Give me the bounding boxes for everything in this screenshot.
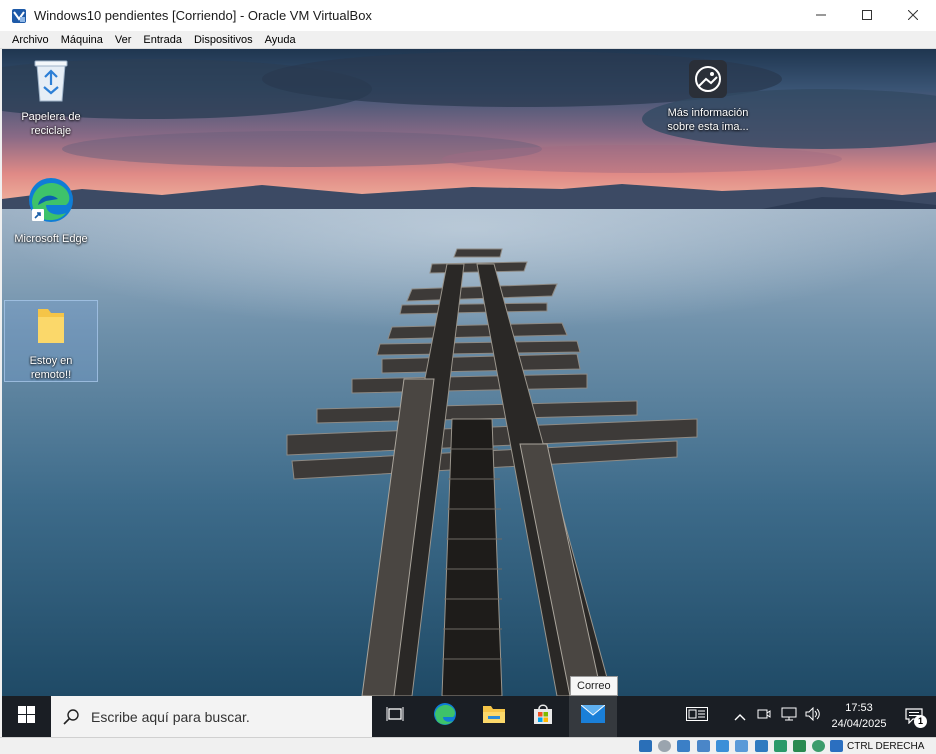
close-icon xyxy=(907,7,919,25)
minimize-icon xyxy=(816,7,826,25)
clock-date: 24/04/2025 xyxy=(831,718,887,730)
spotlight-camera-icon xyxy=(688,59,728,104)
desktop-icon-edge[interactable]: Microsoft Edge xyxy=(4,175,98,246)
display-icon[interactable] xyxy=(735,740,748,752)
taskbar-edge[interactable] xyxy=(421,696,469,737)
maximize-button[interactable] xyxy=(844,0,890,31)
desktop-wallpaper xyxy=(2,49,936,696)
folder-icon xyxy=(34,305,68,352)
mail-icon xyxy=(580,704,606,728)
file-explorer-icon xyxy=(482,704,506,729)
taskbar-clock[interactable]: 17:53 24/04/2025 xyxy=(824,700,894,732)
search-box[interactable]: Escribe aquí para buscar. xyxy=(51,696,372,737)
menu-ver[interactable]: Ver xyxy=(109,34,138,46)
title-bar: Windows10 pendientes [Corriendo] - Oracl… xyxy=(0,0,936,31)
tray-network[interactable] xyxy=(778,696,800,737)
volume-icon xyxy=(805,706,821,726)
audio-icon[interactable] xyxy=(677,740,690,752)
shared-folders-icon[interactable] xyxy=(716,740,729,752)
desktop-icon-label: Microsoft Edge xyxy=(14,233,88,245)
search-icon xyxy=(63,708,79,725)
taskbar-store[interactable] xyxy=(519,696,567,737)
network-adapter-icon[interactable] xyxy=(755,740,768,752)
taskbar-mail[interactable] xyxy=(569,696,617,737)
desktop-icon-spotlight[interactable]: Más información sobre esta ima... xyxy=(660,59,756,134)
guest-desktop[interactable]: Papelera de reciclaje Microsoft Edge Est… xyxy=(2,49,936,696)
clock-time: 17:53 xyxy=(845,702,873,714)
close-button[interactable] xyxy=(890,0,936,31)
keyboard-icon[interactable] xyxy=(830,740,843,752)
chevron-up-icon xyxy=(734,708,746,726)
notification-badge: 1 xyxy=(914,714,927,728)
news-icon xyxy=(686,707,708,726)
usb-icon[interactable] xyxy=(697,740,710,752)
virtualbox-status-bar: CTRL DERECHA xyxy=(0,737,936,754)
desktop-icon-recycle-bin[interactable]: Papelera de reciclaje xyxy=(4,55,98,138)
task-view-icon xyxy=(386,706,404,727)
window-title: Windows10 pendientes [Corriendo] - Oracl… xyxy=(34,8,372,23)
notification-icon: 1 xyxy=(905,707,927,728)
menu-maquina[interactable]: Máquina xyxy=(55,34,109,46)
tray-volume[interactable] xyxy=(802,696,824,737)
taskbar-tooltip: Correo xyxy=(570,676,618,696)
desktop-icon-label: Estoy en remoto!! xyxy=(29,355,73,381)
network-icon xyxy=(781,707,797,726)
menu-dispositivos[interactable]: Dispositivos xyxy=(188,34,259,46)
notification-center-button[interactable]: 1 xyxy=(898,696,932,737)
menu-archivo[interactable]: Archivo xyxy=(6,34,55,46)
taskbar-file-explorer[interactable] xyxy=(470,696,518,737)
desktop-icon-label: Papelera de reciclaje xyxy=(21,111,81,137)
microsoft-store-icon xyxy=(532,703,554,730)
menu-ayuda[interactable]: Ayuda xyxy=(259,34,302,46)
edge-icon xyxy=(433,702,457,731)
menu-entrada[interactable]: Entrada xyxy=(137,34,188,46)
meet-icon xyxy=(757,707,771,726)
edge-icon xyxy=(26,175,76,230)
search-placeholder: Escribe aquí para buscar. xyxy=(91,708,250,725)
hard-disk-icon[interactable] xyxy=(639,740,652,752)
menu-bar: Archivo Máquina Ver Entrada Dispositivos… xyxy=(0,31,936,49)
maximize-icon xyxy=(862,7,872,25)
tray-show-hidden[interactable] xyxy=(730,696,750,737)
optical-disk-icon[interactable] xyxy=(658,740,671,752)
taskbar-task-view[interactable] xyxy=(371,696,419,737)
host-key-label: CTRL DERECHA xyxy=(847,741,925,752)
desktop-icon-label: Más información sobre esta ima... xyxy=(667,107,749,133)
cpu-icon[interactable] xyxy=(793,740,806,752)
mouse-integration-icon[interactable] xyxy=(812,740,825,752)
virtualbox-logo-icon xyxy=(11,8,27,24)
minimize-button[interactable] xyxy=(798,0,844,31)
start-button[interactable] xyxy=(2,696,50,737)
recording-icon[interactable] xyxy=(774,740,787,752)
windows-logo-icon xyxy=(17,705,35,728)
desktop-icon-folder[interactable]: Estoy en remoto!! xyxy=(4,300,98,382)
tray-news[interactable] xyxy=(682,696,712,737)
tray-meet[interactable] xyxy=(754,696,774,737)
recycle-bin-icon xyxy=(29,55,73,108)
taskbar: Escribe aquí para buscar. 17:53 24/04/20… xyxy=(2,696,936,737)
